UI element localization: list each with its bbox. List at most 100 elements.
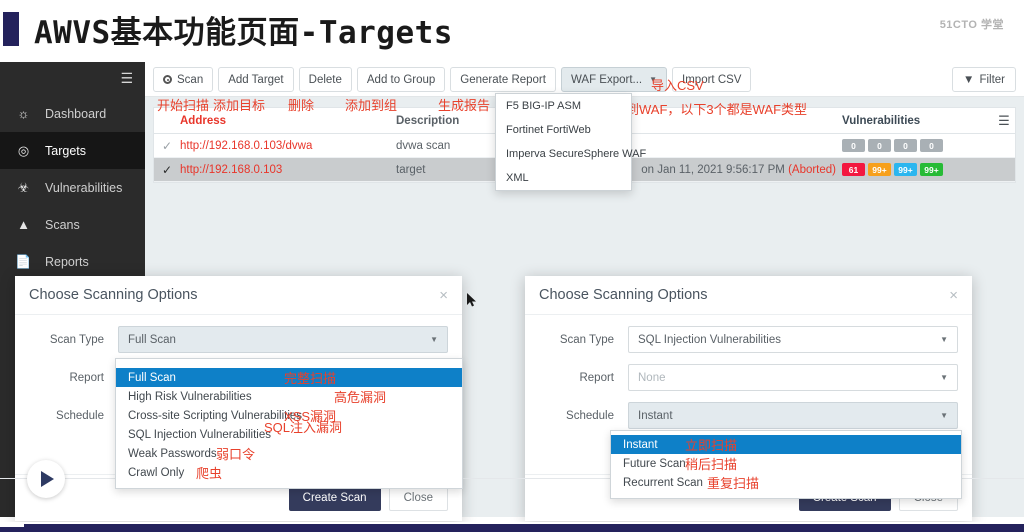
option-label: High Risk Vulnerabilities [128, 390, 252, 403]
option-recurrent-scan[interactable]: Recurrent Scan 重复扫描 [611, 473, 961, 492]
title-accent-bar [3, 12, 19, 46]
report-select[interactable]: None ▼ [628, 364, 958, 391]
waf-menu-item-xml[interactable]: XML [496, 166, 631, 190]
list-menu-icon[interactable]: ☰ [993, 113, 1015, 129]
option-annotation: 高危漏洞 [334, 390, 387, 405]
dialog-title: Choose Scanning Options [539, 287, 708, 303]
option-full-scan[interactable]: Full Scan 完整扫描 [116, 368, 462, 387]
schedule-select[interactable]: Instant ▼ [628, 402, 958, 429]
target-icon: ◎ [17, 143, 30, 158]
option-annotation: 完整扫描 [284, 371, 337, 386]
option-label: Weak Passwords [128, 447, 217, 460]
scan-type-select[interactable]: Full Scan ▼ [118, 326, 448, 353]
options-list-spacer [611, 492, 961, 498]
row-checkbox[interactable]: ✓ [154, 139, 180, 153]
schedule-options-list[interactable]: Instant 立即扫描 Future Scan 稍后扫描 Recurrent … [610, 430, 962, 499]
slide-header: AWVS基本功能页面-Targets 51CTO 学堂 [0, 0, 1024, 62]
vuln-chip-high: 0 [842, 139, 865, 152]
close-button[interactable]: Close [388, 485, 448, 511]
sidebar-item-label: Targets [45, 143, 86, 158]
option-annotation: 弱口令 [216, 447, 256, 462]
scan-type-options-list[interactable]: Full Scan 完整扫描 High Risk Vulnerabilities… [115, 358, 463, 489]
delete-button[interactable]: Delete [298, 67, 352, 92]
report-placeholder: None [638, 371, 666, 384]
row-address[interactable]: http://192.168.0.103 [180, 164, 396, 176]
filter-label: Filter [979, 73, 1005, 86]
annotation-delete: 删除 [288, 98, 315, 113]
options-list-spacer [116, 482, 462, 488]
annotation-scan: 开始扫描 [157, 98, 210, 113]
radio-icon [163, 75, 172, 84]
sidebar-item-label: Scans [45, 217, 80, 232]
option-annotation: 爬虫 [196, 466, 223, 481]
scan-type-row: Scan Type SQL Injection Vulnerabilities … [525, 326, 972, 353]
row-status-aborted: (Aborted) [788, 163, 836, 176]
annotation-add-to-group: 添加到组 [345, 98, 398, 113]
annotation-generate-report: 生成报告 [438, 98, 491, 113]
scan-type-row: Scan Type Full Scan ▼ [15, 326, 462, 353]
play-button[interactable] [27, 460, 65, 498]
generate-report-button[interactable]: Generate Report [450, 67, 556, 92]
speedometer-icon: ☼ [17, 106, 30, 121]
sidebar-item-scans[interactable]: ▲ Scans [0, 206, 145, 243]
dialog-header: Choose Scanning Options × [15, 276, 462, 315]
option-instant[interactable]: Instant 立即扫描 [611, 435, 961, 454]
sidebar-item-dashboard[interactable]: ☼ Dashboard [0, 95, 145, 132]
row-status-text: on Jan 11, 2021 9:56:17 PM [641, 163, 785, 176]
scan-type-label: Scan Type [559, 333, 614, 346]
add-to-group-button[interactable]: Add to Group [356, 67, 446, 92]
waf-menu-item-f5[interactable]: F5 BIG-IP ASM [496, 94, 631, 118]
scan-type-value: SQL Injection Vulnerabilities [638, 333, 781, 346]
sidebar-item-vulnerabilities[interactable]: ☣ Vulnerabilities [0, 169, 145, 206]
column-header-address: Address [180, 114, 227, 127]
chart-icon: ▲ [17, 217, 30, 232]
waf-export-menu[interactable]: F5 BIG-IP ASM Fortinet FortiWeb Imperva … [495, 93, 646, 191]
funnel-icon: ▼ [963, 73, 975, 86]
scan-type-label: Scan Type [49, 333, 104, 346]
option-high-risk[interactable]: High Risk Vulnerabilities 高危漏洞 [116, 387, 462, 406]
hamburger-icon[interactable]: ☰ [117, 71, 133, 85]
sidebar-item-reports[interactable]: 📄 Reports [0, 243, 145, 280]
schedule-label: Schedule [566, 409, 614, 422]
scan-button[interactable]: Scan [153, 67, 214, 92]
option-crawl-only[interactable]: Crawl Only 爬虫 [116, 463, 462, 482]
scan-button-label: Scan [177, 73, 204, 86]
option-annotation: 立即扫描 [685, 438, 738, 453]
filter-button[interactable]: ▼ Filter [952, 67, 1016, 92]
scan-type-select[interactable]: SQL Injection Vulnerabilities ▼ [628, 326, 958, 353]
toolbar: Scan Add Target Delete Add to Group Gene… [145, 62, 1024, 97]
schedule-row: Schedule Instant ▼ [525, 402, 972, 429]
chevron-down-icon: ▼ [940, 335, 948, 344]
vuln-chip-medium: 0 [868, 139, 891, 152]
row-checkbox[interactable]: ✓ [154, 163, 180, 177]
close-icon[interactable]: × [439, 288, 448, 303]
footer [0, 522, 1024, 532]
row-vulnerability-chips: 0 0 0 0 [842, 139, 957, 152]
close-icon[interactable]: × [949, 288, 958, 303]
watermark: 51CTO 学堂 [939, 19, 1004, 31]
waf-menu-item-imperva[interactable]: Imperva SecureSphere WAF [496, 142, 646, 166]
vuln-chip-low: 99+ [894, 163, 917, 176]
sidebar-item-label: Reports [45, 254, 89, 269]
report-row: Report None ▼ [525, 364, 972, 391]
chevron-down-icon: ▼ [940, 373, 948, 382]
vuln-chip-high: 61 [842, 163, 865, 176]
add-target-button[interactable]: Add Target [218, 67, 294, 92]
scan-type-value: Full Scan [128, 333, 176, 346]
create-scan-button[interactable]: Create Scan [288, 485, 381, 511]
mouse-cursor [467, 293, 476, 307]
page-title: AWVS基本功能页面-Targets [34, 15, 453, 51]
option-sql-injection[interactable]: SQL Injection Vulnerabilities SQL注入漏洞 [116, 420, 462, 444]
waf-export-label: WAF Export... [570, 73, 643, 86]
row-address[interactable]: http://192.168.0.103/dvwa [180, 140, 396, 152]
option-future-scan[interactable]: Future Scan 稍后扫描 [611, 454, 961, 473]
schedule-value: Instant [638, 409, 673, 422]
option-label: Crawl Only [128, 466, 185, 479]
sidebar-item-label: Dashboard [45, 106, 107, 121]
column-header-vulnerabilities: Vulnerabilities [842, 114, 921, 127]
option-weak-passwords[interactable]: Weak Passwords 弱口令 [116, 444, 462, 463]
sidebar-header: ☰ [0, 62, 145, 95]
waf-menu-item-fortinet[interactable]: Fortinet FortiWeb [496, 118, 631, 142]
dialog-title: Choose Scanning Options [29, 287, 198, 303]
sidebar-item-targets[interactable]: ◎ Targets [0, 132, 145, 169]
